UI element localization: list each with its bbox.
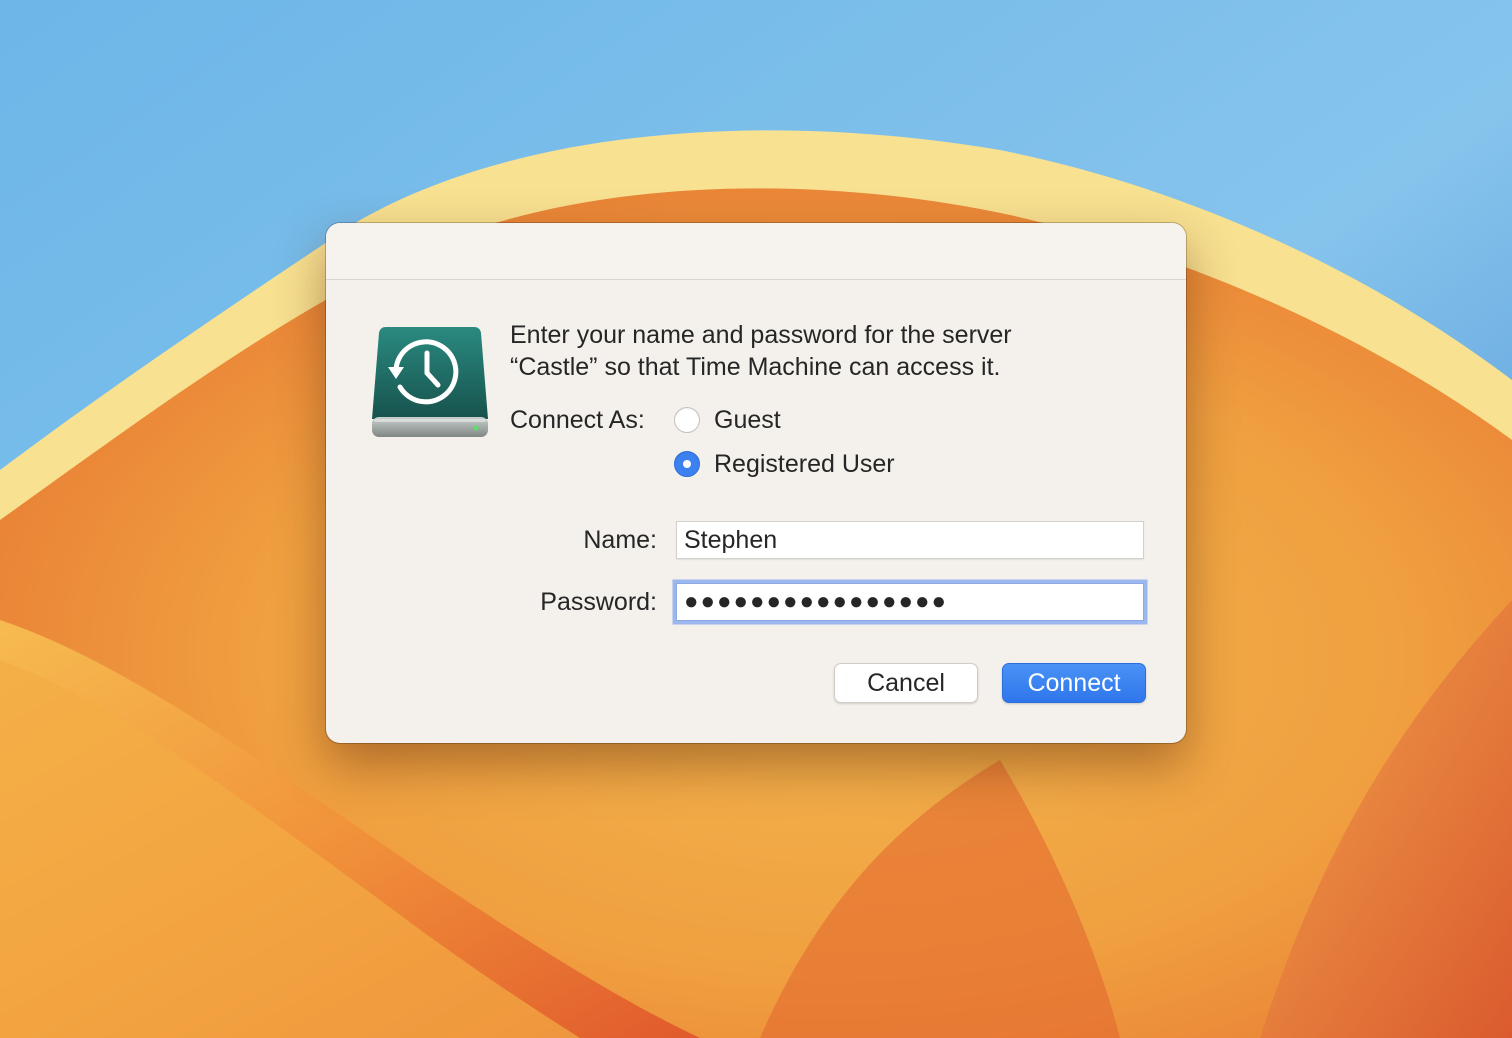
registered-user-radio-option[interactable]: Registered User bbox=[674, 449, 895, 479]
connect-button[interactable]: Connect bbox=[1002, 663, 1146, 703]
name-field[interactable]: Stephen bbox=[676, 521, 1144, 559]
guest-radio-label: Guest bbox=[714, 405, 781, 434]
dialog-titlebar bbox=[326, 223, 1186, 280]
password-field[interactable]: ●●●●●●●●●●●●●●●● bbox=[676, 583, 1144, 621]
guest-radio-option[interactable]: Guest bbox=[674, 405, 781, 435]
password-label: Password: bbox=[540, 588, 657, 616]
message-line-2: “Castle” so that Time Machine can access… bbox=[510, 353, 1001, 381]
time-machine-drive-icon bbox=[372, 327, 488, 437]
message-line-1: Enter your name and password for the ser… bbox=[510, 321, 1012, 349]
name-label: Name: bbox=[583, 526, 657, 554]
cancel-button[interactable]: Cancel bbox=[834, 663, 978, 703]
dialog-message: Enter your name and password for the ser… bbox=[510, 319, 1130, 383]
guest-radio-button[interactable] bbox=[674, 407, 700, 433]
registered-user-radio-label: Registered User bbox=[714, 449, 895, 478]
connect-dialog: Enter your name and password for the ser… bbox=[326, 223, 1186, 743]
connect-as-label: Connect As: bbox=[510, 406, 645, 434]
registered-user-radio-button[interactable] bbox=[674, 451, 700, 477]
